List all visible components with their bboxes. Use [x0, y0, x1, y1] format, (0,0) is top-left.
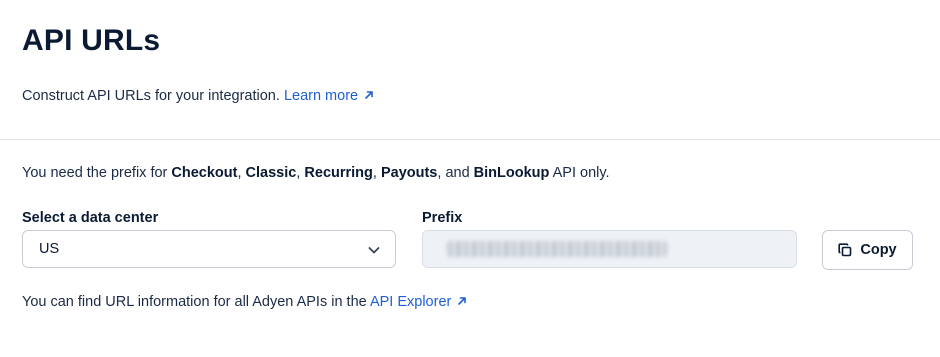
note-api-recurring: Recurring — [304, 165, 373, 181]
note-separator: , — [237, 165, 246, 181]
footer-note: You can find URL information for all Ady… — [22, 294, 467, 310]
copy-button[interactable]: Copy — [822, 230, 913, 270]
external-link-icon — [365, 91, 373, 99]
page-title: API URLs — [22, 24, 161, 57]
subtitle-text: Construct API URLs for your integration. — [22, 88, 280, 104]
note-suffix: API only. — [549, 165, 610, 181]
note-separator: , — [372, 165, 381, 181]
prefix-note: You need the prefix for Checkout, Classi… — [22, 165, 610, 181]
note-text: You need the prefix for — [22, 165, 172, 181]
external-link-icon — [458, 297, 467, 305]
prefix-value-redacted — [447, 241, 667, 257]
learn-more-link[interactable]: Learn more — [284, 88, 374, 104]
chevron-down-icon — [368, 247, 380, 254]
api-explorer-label: API Explorer — [369, 294, 452, 310]
footer-text: You can find URL information for all Ady… — [22, 294, 367, 310]
page-subtitle: Construct API URLs for your integration.… — [22, 88, 374, 104]
note-api-binlookup: BinLookup — [473, 165, 550, 181]
learn-more-label: Learn more — [283, 88, 359, 104]
note-api-classic: Classic — [245, 165, 297, 181]
copy-icon — [838, 243, 852, 257]
copy-button-label: Copy — [860, 242, 897, 258]
note-api-payouts: Payouts — [380, 165, 438, 181]
data-center-select[interactable]: US — [22, 230, 396, 268]
section-divider — [0, 139, 940, 140]
note-separator: , and — [437, 165, 474, 181]
note-api-checkout: Checkout — [171, 165, 238, 181]
api-explorer-link[interactable]: API Explorer — [370, 294, 467, 310]
data-center-selected-value: US — [39, 241, 60, 257]
prefix-field — [422, 230, 797, 268]
prefix-label: Prefix — [422, 210, 463, 226]
data-center-label: Select a data center — [22, 210, 159, 226]
